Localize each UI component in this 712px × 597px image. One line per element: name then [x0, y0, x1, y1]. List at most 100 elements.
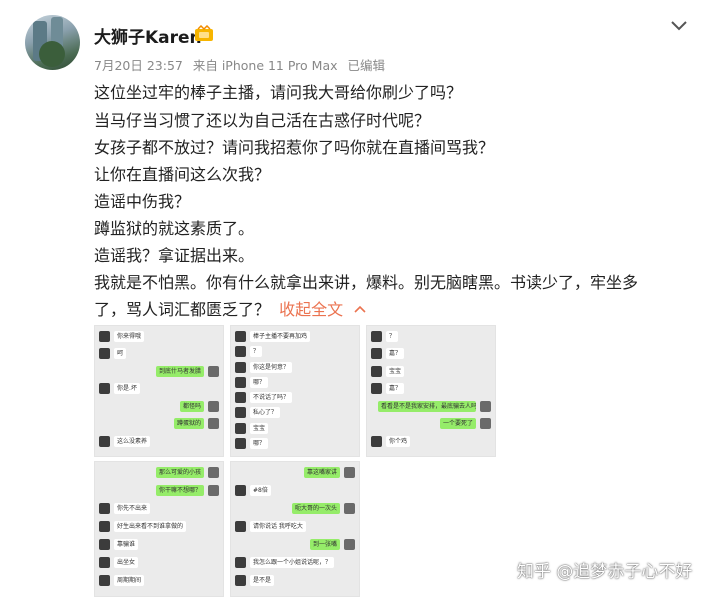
chat-avatar [99, 557, 110, 568]
chat-avatar [235, 437, 246, 449]
chat-avatar [208, 365, 219, 377]
watermark: 知乎 @追梦赤子心不好 [517, 562, 693, 582]
chat-avatar [99, 348, 110, 360]
chat-bubble: 嘉？ [386, 383, 405, 395]
chat-bubble: 蹲蛋狱的 [173, 418, 204, 430]
chat-bubble: 好生出来看不到谁拿做的 [114, 521, 187, 532]
chat-bubble: 棒子主播不要再加鸡 [250, 331, 311, 342]
chat-bubble: 你个鸡 [386, 435, 411, 447]
chat-bubble: 宝宝 [250, 422, 269, 434]
chat-avatar [208, 485, 219, 496]
post-meta: 7月20日 23:57 来自 iPhone 11 Pro Max 已编辑 [94, 55, 385, 74]
chat-avatar [235, 346, 246, 358]
chat-bubble: 请你说话 我呼吃大 [250, 521, 306, 532]
vip-badge-icon [195, 25, 213, 41]
chat-avatar [344, 467, 355, 478]
post-line-last: 了，骂人词汇都匮乏了？ 收起全文 [94, 296, 694, 320]
post-line: 女孩子都不放过？请问我招惹你了吗你就在直播间骂我？ [94, 138, 495, 157]
chat-avatar [371, 331, 382, 342]
chat-bubble: 是不是 [250, 575, 275, 586]
chat-avatar [235, 485, 246, 496]
chat-avatar [371, 383, 382, 395]
post-source: 来自 iPhone 11 Pro Max [192, 58, 338, 73]
chat-avatar [99, 331, 110, 342]
post-line: 这位坐过牢的棒子主播，请问我大哥给你刷少了吗？ [94, 83, 463, 102]
post-line: 让你在直播间这么次我？ [94, 165, 271, 184]
chat-screenshot-image[interactable]: 靠这嘴家讲 #8倍呃大哥的一次头请你说话 我呼吃大 到一张嘴我怎么跟一个小姐说话呢，… [230, 461, 360, 597]
post-date: 7月20日 23:57 [94, 58, 183, 73]
chevron-up-icon [354, 305, 366, 313]
chat-bubble: 你来得哦 [114, 331, 145, 342]
chat-bubble: 靠这嘴家讲 [303, 467, 340, 478]
chat-avatar [208, 467, 219, 478]
chat-bubble: 周期期间 [114, 575, 145, 586]
chat-avatar [235, 376, 246, 388]
chat-avatar [99, 521, 110, 532]
chat-screenshot-image[interactable]: 那么可爱的小孩 你干嘛不想哪？ 你先不出来好生出来看不到谁拿做的 靠骗谁出坐女周期期间 [94, 461, 224, 597]
chat-avatar [480, 418, 491, 430]
chat-bubble: 呵 [114, 348, 127, 360]
username[interactable]: 大狮子Karen [94, 23, 202, 48]
chat-bubble: 哪？ [250, 437, 269, 449]
chat-avatar [344, 503, 355, 514]
chat-bubble: 靠骗谁 [114, 539, 139, 550]
chat-avatar [235, 392, 246, 403]
chat-avatar [99, 383, 110, 395]
chat-avatar [371, 348, 382, 360]
post-line: 蹲监狱的就这素质了。 [94, 219, 255, 238]
chat-bubble: #8倍 [250, 485, 271, 496]
chat-avatar [99, 435, 110, 447]
chat-bubble: 呃大哥的一次头 [291, 503, 340, 514]
chat-bubble: 看看是不是我家安排，最底骗去人吗。 [378, 400, 476, 412]
chat-bubble: ？ [386, 331, 399, 342]
chat-avatar [235, 422, 246, 434]
chat-bubble: 宝宝 [386, 365, 405, 377]
post-line: 造谣中伤我？ [94, 192, 191, 211]
chat-bubble: 你干嘛不想哪？ [155, 485, 204, 496]
chat-avatar [480, 400, 491, 412]
chat-bubble: ？ [250, 346, 263, 358]
chat-avatar [235, 361, 246, 373]
avatar-figure [39, 41, 65, 67]
collapse-button[interactable]: 收起全文 [279, 300, 366, 319]
chat-bubble: 你先不出来 [114, 503, 151, 514]
chat-avatar [235, 407, 246, 419]
chat-avatar [208, 418, 219, 430]
collapse-label: 收起全文 [279, 300, 344, 319]
chat-screenshot-image[interactable]: ？嘉？ 宝宝 嘉？ 看看是不是我家安排，最底骗去人吗。 一个要死了 你个鸡 [366, 325, 496, 457]
chat-bubble: 一个要死了 [439, 418, 476, 430]
chat-bubble: 哪？ [250, 376, 269, 388]
chat-bubble: 那么可爱的小孩 [155, 467, 204, 478]
chat-bubble: 不说话了吗？ [250, 392, 293, 403]
chat-bubble: 到一张嘴 [309, 539, 340, 550]
post-line: 造谣我？拿证据出来。 [94, 246, 255, 265]
chat-bubble: 这么没素养 [114, 435, 151, 447]
chat-avatar [371, 365, 382, 377]
chat-avatar [208, 400, 219, 412]
chat-bubble: 你是.坏 [114, 383, 140, 395]
chat-bubble: 私心了？ [250, 407, 281, 419]
chat-avatar [344, 539, 355, 550]
chat-bubble: 我怎么跟一个小姐说话呢，？ [250, 557, 335, 568]
chat-avatar [99, 503, 110, 514]
chat-avatar [235, 575, 246, 586]
chat-screenshot-image[interactable]: 你来得哦呵到底什马者发腊你是.坏都怪吗蹲蛋狱的这么没素养 [94, 325, 224, 457]
chevron-down-icon[interactable] [669, 18, 689, 32]
chat-bubble: 到底什马者发腊 [155, 365, 204, 377]
avatar[interactable] [25, 15, 80, 70]
chat-bubble: 出坐女 [114, 557, 139, 568]
chat-avatar [235, 521, 246, 532]
chat-avatar [371, 435, 382, 447]
post-line: 当马仔当习惯了还以为自己活在古惑仔时代呢？ [94, 111, 431, 130]
edited-label[interactable]: 已编辑 [348, 58, 386, 73]
chat-screenshot-image[interactable]: 棒子主播不要再加鸡？你这是何意？ 哪？ 不说话了吗？ 私心了？ 宝宝 哪？ [230, 325, 360, 457]
chat-avatar [99, 575, 110, 586]
chat-avatar [235, 331, 246, 342]
chat-bubble: 都怪吗 [179, 400, 204, 412]
chat-avatar [99, 539, 110, 550]
post-line: 我就是不怕黑。你有什么就拿出来讲，爆料。别无脑瞎黑。书读少了，牢坐多 [94, 273, 639, 292]
chat-bubble: 你这是何意？ [250, 361, 293, 373]
post-line: 了，骂人词汇都匮乏了？ [94, 300, 271, 319]
chat-bubble: 嘉？ [386, 348, 405, 360]
chat-avatar [235, 557, 246, 568]
